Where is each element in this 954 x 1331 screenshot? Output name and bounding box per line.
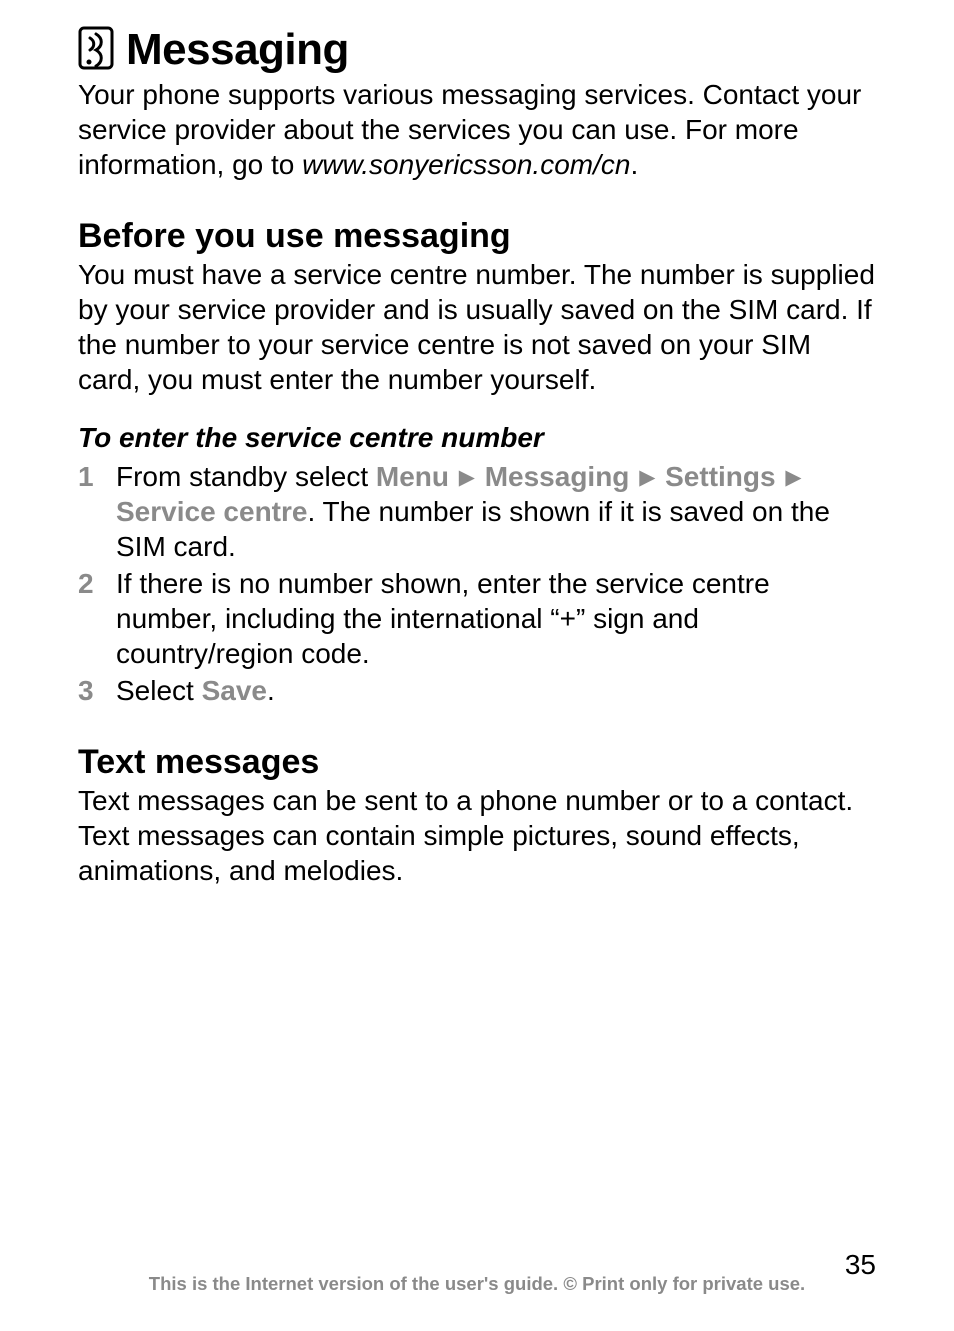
- step-number: 2: [78, 566, 106, 601]
- messaging-icon: [78, 26, 114, 75]
- page-title: Messaging: [126, 27, 349, 73]
- section-body-text-messages: Text messages can be sent to a phone num…: [78, 783, 876, 888]
- menu-path-item: Messaging: [485, 461, 630, 492]
- intro-paragraph: Your phone supports various messaging se…: [78, 77, 876, 182]
- step-text-suffix: .: [267, 675, 275, 706]
- subhead-service-centre: To enter the service centre number: [78, 421, 876, 455]
- page-number: 35: [845, 1249, 876, 1281]
- step-1: 1 From standby select Menu ▶ Messaging ▶…: [78, 459, 876, 564]
- page-footer: 35 This is the Internet version of the u…: [0, 1273, 954, 1295]
- document-page: Messaging Your phone supports various me…: [0, 0, 954, 1331]
- section-body-before: You must have a service centre number. T…: [78, 257, 876, 397]
- menu-path-item: Save: [202, 675, 267, 706]
- step-number: 3: [78, 673, 106, 708]
- page-content: Messaging Your phone supports various me…: [78, 26, 876, 1331]
- section-title-before: Before you use messaging: [78, 218, 876, 255]
- step-text-prefix: From standby select: [116, 461, 376, 492]
- section-title-text-messages: Text messages: [78, 744, 876, 781]
- intro-url: www.sonyericsson.com/cn: [302, 149, 630, 180]
- menu-path-item: Menu: [376, 461, 449, 492]
- step-3: 3 Select Save.: [78, 673, 876, 708]
- page-title-row: Messaging: [78, 26, 876, 75]
- step-text: If there is no number shown, enter the s…: [116, 568, 770, 669]
- menu-path-item: Service centre: [116, 496, 307, 527]
- steps-list: 1 From standby select Menu ▶ Messaging ▶…: [78, 459, 876, 708]
- step-number: 1: [78, 459, 106, 494]
- menu-path-item: Settings: [665, 461, 775, 492]
- footer-text: This is the Internet version of the user…: [0, 1273, 954, 1295]
- step-2: 2 If there is no number shown, enter the…: [78, 566, 876, 671]
- step-text-prefix: Select: [116, 675, 202, 706]
- arrow-icon: ▶: [459, 465, 475, 491]
- arrow-icon: ▶: [785, 465, 801, 491]
- arrow-icon: ▶: [639, 465, 655, 491]
- intro-suffix: .: [630, 149, 638, 180]
